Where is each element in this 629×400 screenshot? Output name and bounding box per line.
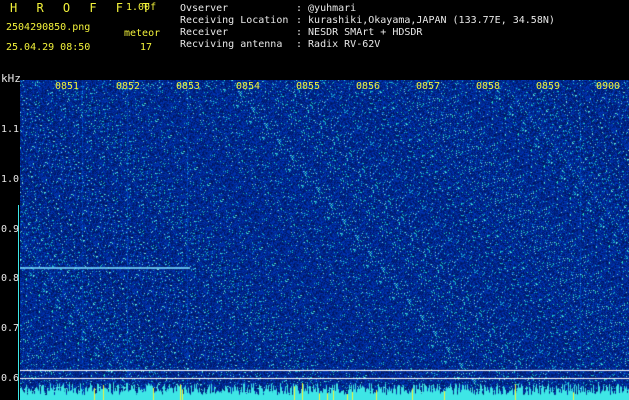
info-value: : @yuhmari [296, 3, 357, 14]
time-tick: 0900 [596, 81, 621, 92]
filename-label: 2504290850.png [6, 22, 91, 33]
spectrogram-canvas [20, 80, 629, 400]
freq-tick: 0.7 [1, 323, 20, 334]
station-info: Ovserver : @yuhmari Receiving Location :… [180, 3, 555, 51]
info-key: Receiver [180, 27, 229, 38]
info-row-receiver: Receiver : NESDR SMArt + HDSDR [180, 27, 555, 39]
info-key: Recviving antenna [180, 39, 283, 50]
spectrogram [20, 80, 629, 400]
freq-tick: 0.6 [1, 373, 20, 384]
freq-tick: 0.9 [1, 224, 20, 235]
info-key: Ovserver [180, 3, 229, 14]
meteor-label: meteor [124, 28, 161, 39]
info-row-antenna: Recviving antenna : Radix RV-62V [180, 39, 555, 51]
freq-tick: 1.0 [1, 174, 20, 185]
hrofft-window: H R O F F T 1.00f 2504290850.png 25.04.2… [0, 0, 629, 400]
time-tick: 0854 [236, 81, 261, 92]
time-tick: 0853 [176, 81, 201, 92]
time-tick: 0855 [296, 81, 321, 92]
time-tick: 0858 [476, 81, 501, 92]
freq-tick: 0.8 [1, 273, 20, 284]
time-tick: 0852 [116, 81, 141, 92]
info-row-observer: Ovserver : @yuhmari [180, 3, 555, 15]
info-value: : NESDR SMArt + HDSDR [296, 27, 423, 38]
time-tick: 0851 [55, 81, 80, 92]
frequency-unit-label: kHz [1, 72, 21, 85]
datetime-label: 25.04.29 08:50 [6, 42, 91, 53]
info-value: : Radix RV-62V [296, 39, 381, 50]
info-row-location: Receiving Location : kurashiki,Okayama,J… [180, 15, 555, 27]
app-version: 1.00f [126, 2, 157, 13]
freq-tick: 1.1 [1, 124, 20, 135]
meteor-count: 17 [140, 42, 153, 53]
info-value: : kurashiki,Okayama,JAPAN (133.77E, 34.5… [296, 15, 555, 26]
time-tick: 0857 [416, 81, 441, 92]
time-tick: 0859 [536, 81, 561, 92]
info-key: Receiving Location [180, 15, 289, 26]
time-tick: 0856 [356, 81, 381, 92]
